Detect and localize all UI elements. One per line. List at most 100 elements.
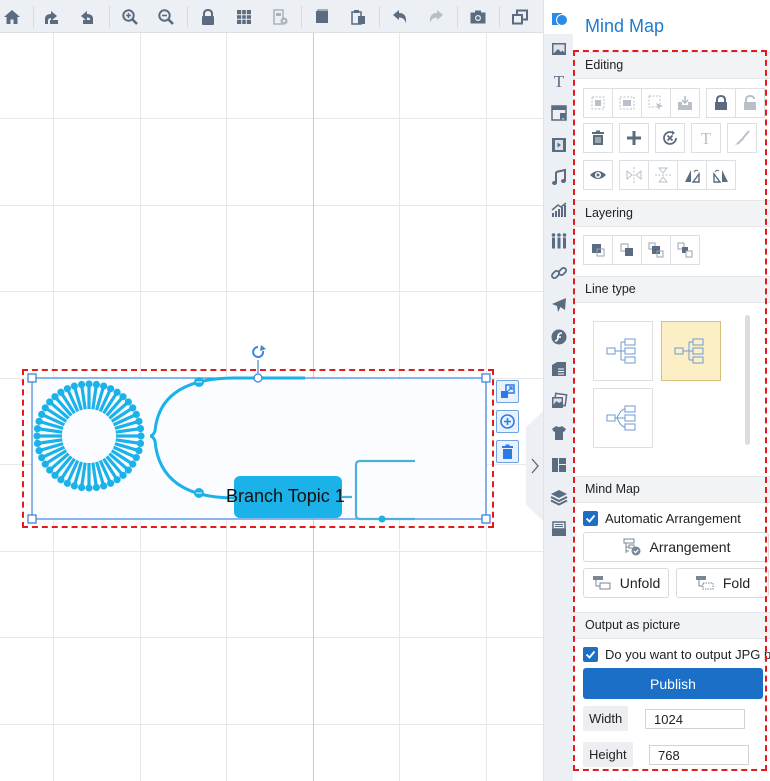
lock-button[interactable] [706,88,736,118]
svg-text:T: T [701,129,712,147]
unlock-button[interactable] [735,88,765,118]
tshirt-icon[interactable] [547,421,571,445]
line-type-curved[interactable] [593,388,653,448]
chart-icon[interactable] [547,198,571,222]
banner-icon[interactable] [547,101,571,125]
ring-spoke-dot [132,454,140,462]
send-to-back-button[interactable] [612,235,642,265]
people-icon[interactable] [547,229,571,253]
height-label: Height [583,742,633,767]
ring-spoke-dot [33,439,42,448]
svg-text:T: T [554,72,565,90]
visibility-button[interactable] [583,160,613,190]
publish-button[interactable]: Publish [583,668,763,699]
bring-to-front-button[interactable] [583,235,613,265]
resize-icon [501,384,515,398]
output-jpg-checkbox[interactable] [583,647,598,662]
select-group-icon [648,95,663,110]
line-type-elbow[interactable] [661,321,721,381]
ring-spoke-dot [100,382,108,390]
ungroup-icon [619,96,635,110]
gallery-icon[interactable] [547,389,571,413]
video-icon[interactable] [547,133,571,157]
rotate-left-button[interactable] [677,160,707,190]
section-line-type: Line type [573,276,770,303]
ring-spoke-dot [35,417,43,425]
zoom-in-icon[interactable] [118,5,142,29]
text-icon[interactable]: T [547,69,571,93]
text-button[interactable]: T [691,123,721,153]
width-label: Width [583,706,629,731]
mindmap-icon[interactable] [547,7,571,31]
bring-forward-icon [648,242,664,258]
window-icon[interactable] [508,5,532,29]
ring-spoke-dot [41,460,49,468]
ring-spoke-dot [46,466,54,474]
brush-button[interactable] [727,123,757,153]
bring-forward-button[interactable] [641,235,671,265]
top-toolbar [0,0,543,33]
ring-spoke-dot [57,388,65,396]
undo-icon[interactable] [388,5,412,29]
zoom-out-icon[interactable] [154,5,178,29]
line-type-scrollbar[interactable] [745,315,750,445]
reset-button[interactable] [655,123,685,153]
add-topic-button[interactable] [496,410,519,433]
music-icon[interactable] [547,165,571,189]
ring-spoke-dot [38,454,46,462]
width-input[interactable] [645,709,745,729]
height-input[interactable] [649,745,749,765]
flip-vertical-button[interactable] [648,160,678,190]
undo-branch-icon[interactable] [75,5,99,29]
ring-spoke-dot [132,410,140,418]
ring-spoke-dot [113,388,121,396]
image-icon[interactable] [547,37,571,61]
collapse-panel-tab[interactable] [526,411,543,521]
flip-horizontal-button[interactable] [619,160,649,190]
lock-icon[interactable] [196,5,220,29]
delete-topic-button[interactable] [496,440,519,463]
airplane-icon[interactable] [547,293,571,317]
arrangement-button[interactable]: Arrangement [583,532,769,562]
flash-icon[interactable] [547,325,571,349]
copy-icon[interactable] [310,5,334,29]
ring-spoke-dot [35,447,43,455]
plus-circle-icon [500,414,515,429]
canvas[interactable]: Branch Topic 1 [0,33,543,781]
left-icon-rail: T [543,0,574,781]
fold-button[interactable]: Fold [676,568,769,598]
archive-icon[interactable] [547,517,571,541]
layout-icon[interactable] [547,453,571,477]
send-backward-icon [677,242,693,258]
redo-icon[interactable] [424,5,448,29]
mindmap-diagram [27,345,491,524]
grid-icon[interactable] [232,5,256,29]
delete-button[interactable] [583,123,613,153]
line-type-straight[interactable] [593,321,653,381]
camera-icon[interactable] [466,5,490,29]
fit-button[interactable] [496,380,519,403]
redo-branch-icon[interactable] [39,5,63,29]
ring-spoke-dot [70,482,78,490]
ring-spoke-dot [92,380,101,389]
add-button[interactable] [619,123,649,153]
resize-handle-tl [27,373,37,383]
settings-doc-icon[interactable] [268,5,292,29]
layers-icon[interactable] [547,485,571,509]
paste-icon[interactable] [346,5,370,29]
unfold-button[interactable]: Unfold [583,568,669,598]
select-group-button[interactable] [641,88,671,118]
visibility-icon [590,171,606,179]
send-backward-button[interactable] [670,235,700,265]
auto-arrangement-checkbox[interactable] [583,511,598,526]
ungroup-button[interactable] [612,88,642,118]
link-icon[interactable] [547,261,571,285]
home-icon[interactable] [0,5,24,29]
group-button[interactable] [583,88,613,118]
ring-spoke-dot [51,471,59,479]
branch-topic-1-label: Branch Topic 1 [226,486,345,506]
document-list-icon[interactable] [547,357,571,381]
rotate-right-button[interactable] [706,160,736,190]
text-icon: T [701,129,712,147]
import-button[interactable] [670,88,700,118]
